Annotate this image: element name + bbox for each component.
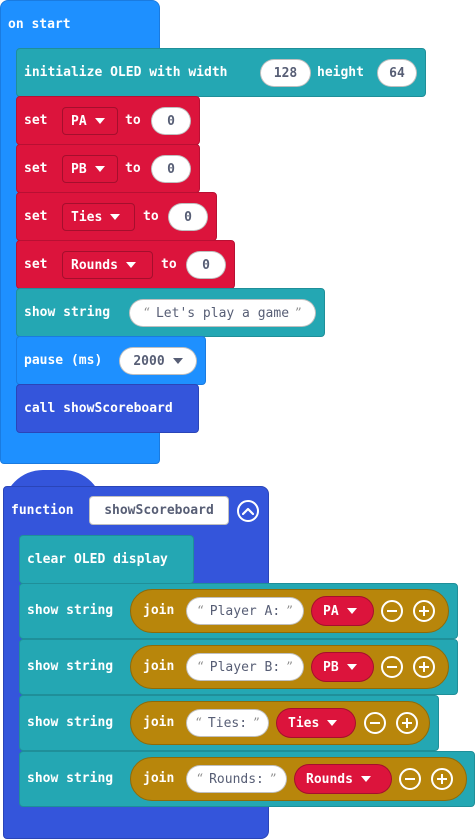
clear-oled-label: clear OLED display (27, 552, 168, 567)
plus-circle-icon[interactable] (413, 600, 435, 622)
ties-text-input[interactable]: “ Ties: ” (186, 709, 269, 737)
open-quote-icon: “ (197, 603, 204, 619)
ties-text: Ties: (207, 715, 248, 731)
set-ties-label: set (24, 209, 48, 224)
plus-circle-icon[interactable] (413, 656, 435, 678)
set-ties-value-input[interactable]: 0 (168, 203, 208, 231)
show-string-label: show string (24, 305, 111, 320)
set-pa-to-label: to (125, 113, 141, 128)
set-ties-variable-name: Ties (71, 209, 103, 225)
minus-circle-icon[interactable] (364, 712, 386, 734)
dropdown-caret-icon (110, 214, 121, 220)
dropdown-caret-icon (172, 358, 183, 364)
dropdown-caret-icon (125, 262, 136, 268)
player-b-variable-name: PB (323, 659, 339, 675)
set-pa-value-input[interactable]: 0 (151, 107, 191, 135)
join-label: join (143, 659, 175, 674)
set-rounds-variable-dropdown[interactable]: Rounds (62, 251, 153, 279)
set-pa-variable-name: PA (71, 113, 87, 129)
ties-variable-name: Ties (288, 715, 320, 731)
show-string-label: show string (27, 659, 114, 674)
join-label: join (143, 715, 175, 730)
show-string-label: show string (27, 603, 114, 618)
close-quote-icon: ” (286, 603, 293, 619)
plus-circle-icon[interactable] (431, 768, 453, 790)
set-rounds-value-input[interactable]: 0 (186, 251, 226, 279)
dropdown-caret-icon (94, 166, 105, 172)
set-rounds-label: set (24, 257, 48, 272)
ties-variable-dropdown[interactable]: Ties (276, 708, 356, 738)
open-quote-icon: “ (197, 659, 204, 675)
minus-circle-icon[interactable] (381, 600, 403, 622)
join-label: join (143, 771, 175, 786)
pause-label: pause (ms) (24, 353, 103, 368)
oled-width-input[interactable]: 128 (260, 59, 311, 87)
oled-height-input[interactable]: 64 (377, 59, 417, 87)
dropdown-caret-icon (327, 720, 338, 726)
show-string-label: show string (27, 715, 114, 730)
set-ties-variable-dropdown[interactable]: Ties (62, 203, 135, 231)
dropdown-caret-icon (94, 118, 105, 124)
dropdown-caret-icon (360, 776, 371, 782)
pause-duration-dropdown[interactable]: 2000 (119, 347, 197, 375)
set-pa-label: set (24, 113, 48, 128)
dropdown-caret-icon (346, 608, 357, 614)
show-string-text-input[interactable]: “ Let's play a game ” (129, 299, 316, 327)
set-pb-label: set (24, 161, 48, 176)
player-a-variable-name: PA (323, 603, 339, 619)
set-pb-value-input[interactable]: 0 (151, 155, 191, 183)
rounds-text: Rounds: (209, 771, 264, 787)
player-a-text: Player A: (209, 603, 281, 619)
set-ties-to-label: to (143, 209, 159, 224)
show-string-label: show string (27, 771, 114, 786)
close-quote-icon: ” (286, 659, 293, 675)
set-rounds-to-label: to (161, 257, 177, 272)
open-quote-icon: “ (143, 305, 150, 321)
show-string-text: Let's play a game (155, 305, 290, 321)
open-quote-icon: “ (196, 771, 204, 787)
pause-duration-value: 2000 (133, 353, 165, 369)
chevron-up-icon[interactable] (237, 500, 259, 522)
function-name-text: showScoreboard (104, 503, 214, 518)
set-pa-variable-dropdown[interactable]: PA (62, 107, 118, 135)
player-a-text-input[interactable]: “ Player A: ” (186, 597, 304, 625)
rounds-variable-name: Rounds (306, 771, 353, 787)
function-keyword-label: function (11, 503, 74, 518)
init-oled-label: initialize OLED with width (24, 65, 228, 80)
player-b-variable-dropdown[interactable]: PB (311, 652, 374, 682)
close-quote-icon: ” (253, 715, 260, 731)
minus-circle-icon[interactable] (381, 656, 403, 678)
on-start-label: on start (8, 17, 71, 32)
close-quote-icon: ” (295, 305, 302, 321)
open-quote-icon: “ (195, 715, 202, 731)
set-pb-variable-name: PB (71, 161, 87, 177)
set-rounds-variable-name: Rounds (71, 257, 118, 273)
call-showscoreboard-label: call showScoreboard (24, 401, 173, 416)
oled-height-label: height (317, 65, 364, 80)
player-b-text-input[interactable]: “ Player B: ” (186, 653, 304, 681)
player-b-text: Player B: (209, 659, 281, 675)
function-name-input[interactable]: showScoreboard (89, 496, 229, 525)
rounds-text-input[interactable]: “ Rounds: ” (186, 765, 287, 793)
minus-circle-icon[interactable] (399, 768, 421, 790)
join-label: join (143, 603, 175, 618)
set-pb-to-label: to (125, 161, 141, 176)
dropdown-caret-icon (346, 664, 357, 670)
plus-circle-icon[interactable] (396, 712, 418, 734)
player-a-variable-dropdown[interactable]: PA (311, 596, 374, 626)
rounds-variable-dropdown[interactable]: Rounds (294, 764, 392, 794)
set-pb-variable-dropdown[interactable]: PB (62, 155, 118, 183)
close-quote-icon: ” (269, 771, 277, 787)
